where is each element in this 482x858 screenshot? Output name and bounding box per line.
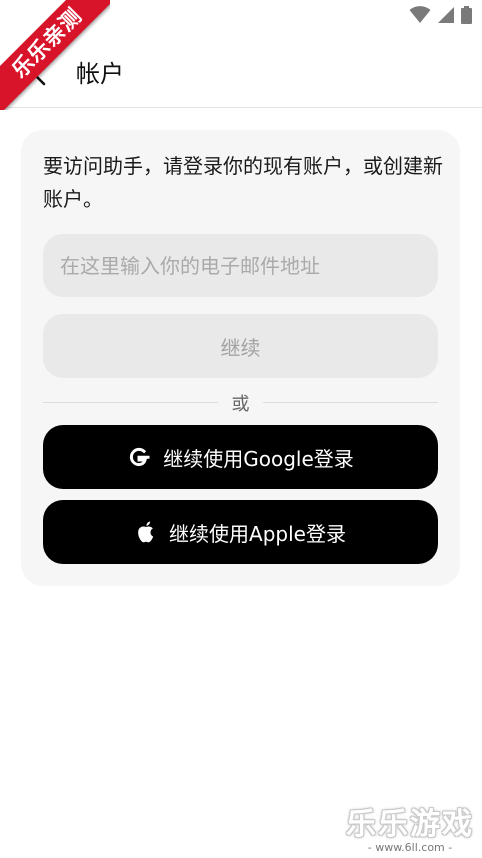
intro-text: 要访问助手，请登录你的现有账户，或创建新账户。 (43, 154, 443, 211)
divider-line-right (263, 402, 438, 403)
or-divider: 或 (43, 390, 438, 416)
signal-icon (438, 7, 454, 23)
watermark: 乐乐游戏 - www.6ll.com - (346, 799, 474, 854)
apple-login-label: 继续使用Apple登录 (169, 521, 346, 546)
battery-icon (461, 6, 472, 24)
or-label: 或 (231, 394, 250, 415)
apple-login-button[interactable]: 继续使用Apple登录 (43, 500, 438, 564)
ribbon-label: 乐乐亲测 (0, 0, 110, 110)
google-login-button[interactable]: 继续使用Google登录 (43, 425, 438, 489)
login-card: 要访问助手，请登录你的现有账户，或创建新账户。 继续 或 继续使用Google登… (21, 130, 460, 586)
apple-icon (138, 521, 154, 543)
google-icon (130, 447, 150, 467)
wifi-icon (409, 6, 431, 23)
continue-label: 继续 (220, 335, 261, 360)
continue-button[interactable]: 继续 (43, 314, 438, 378)
google-login-label: 继续使用Google登录 (163, 446, 354, 471)
email-field[interactable] (43, 234, 438, 297)
watermark-title: 乐乐游戏 (346, 807, 474, 842)
corner-ribbon: 乐乐亲测 (0, 0, 110, 110)
status-icons (409, 6, 472, 24)
